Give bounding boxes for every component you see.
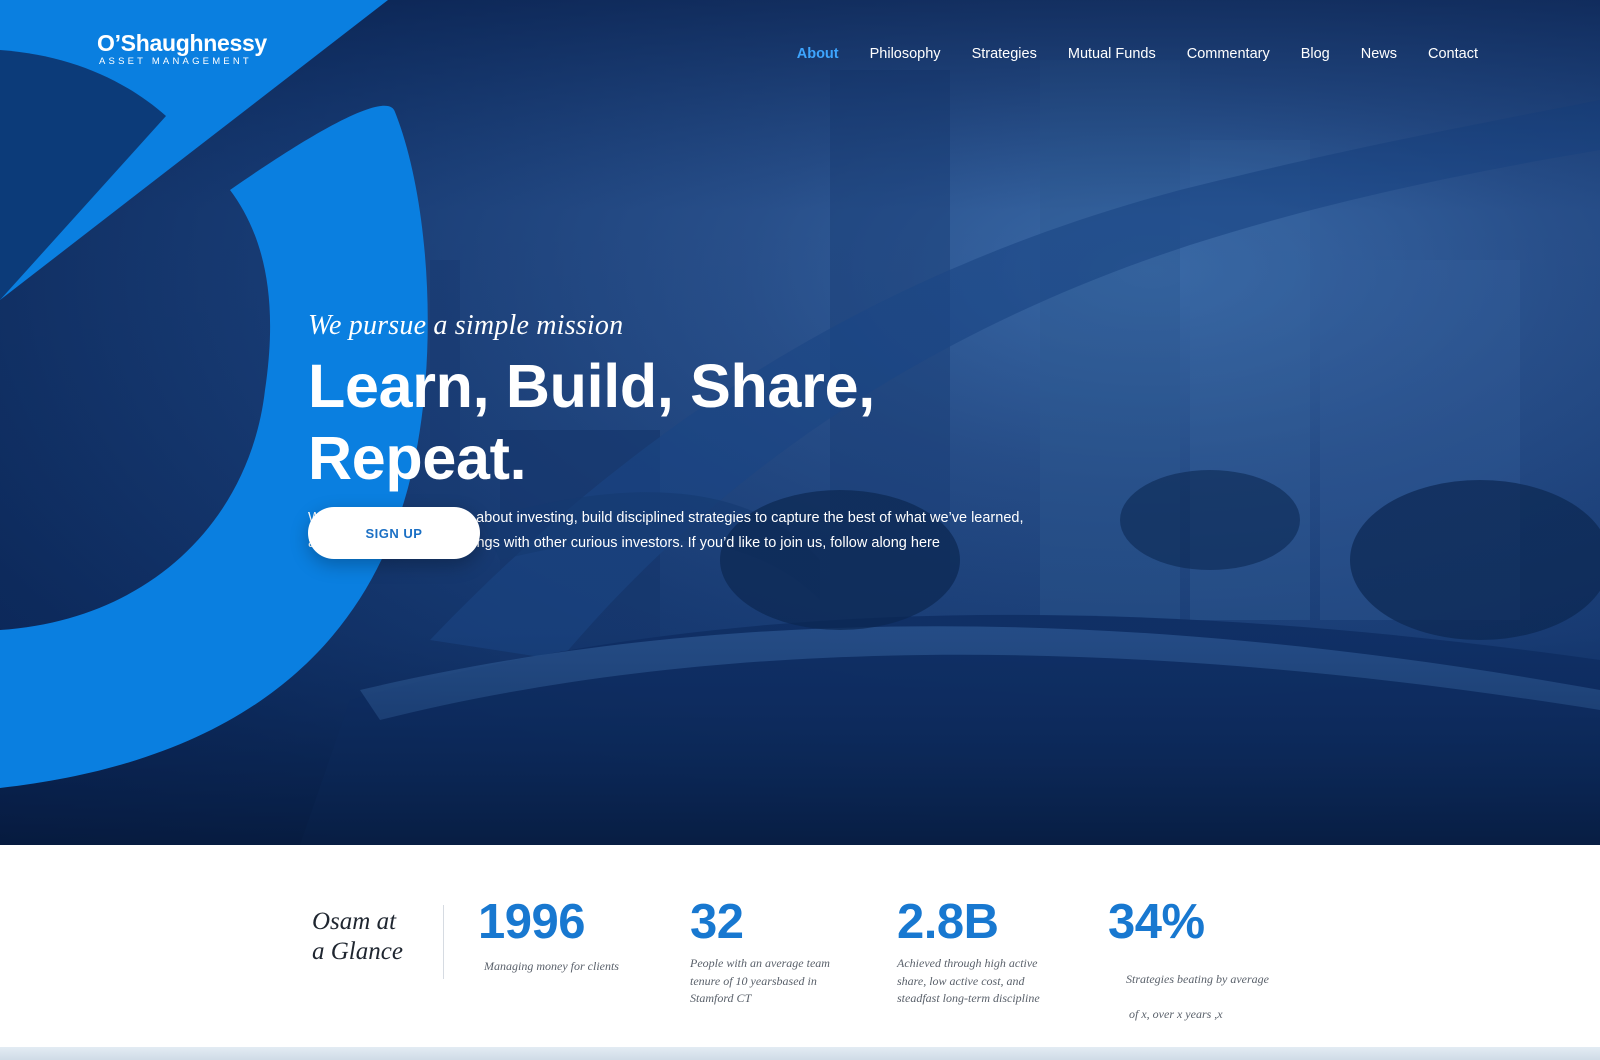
- stat-description-line: steadfast long-term discipline: [897, 991, 1040, 1005]
- glance-title-line-2: a Glance: [312, 938, 403, 965]
- stat-value: 34%: [1108, 895, 1205, 949]
- nav-item-commentary[interactable]: Commentary: [1187, 46, 1270, 62]
- stat-value: 32: [690, 895, 744, 949]
- brand-logo[interactable]: O’Shaughnessy ASSET MANAGEMENT: [97, 31, 267, 68]
- sign-up-button[interactable]: SIGN UP: [308, 507, 480, 559]
- at-a-glance-section: Osam at a Glance 1996 Managing money for…: [0, 845, 1600, 1050]
- stat-description-line: of x, over x years ,x: [1126, 1006, 1223, 1021]
- hero-kicker: We pursue a simple mission: [308, 310, 624, 341]
- nav-item-news[interactable]: News: [1361, 46, 1397, 62]
- stat-description-line: tenure of 10 yearsbased in: [690, 973, 817, 988]
- stat-description-line: People with an average team: [690, 956, 830, 970]
- glance-title: Osam at a Glance: [312, 907, 432, 967]
- stat-value: 1996: [478, 895, 586, 949]
- nav-item-mutual-funds[interactable]: Mutual Funds: [1068, 46, 1156, 62]
- stat-description-line: Achieved through high active: [897, 956, 1038, 970]
- stat-description: People with an average team tenure of 10…: [690, 955, 865, 1008]
- logo-wordmark: O’Shaughnessy: [97, 30, 267, 56]
- stat-aum: 2.8B Achieved through high active share,…: [897, 897, 1077, 1008]
- stat-description-line: Managing money for clients: [484, 959, 619, 973]
- nav-item-philosophy[interactable]: Philosophy: [870, 46, 941, 62]
- stat-description: Strategies beating by average of x, over…: [1108, 953, 1288, 1041]
- next-section-edge: [0, 1047, 1600, 1060]
- hero-section: O’Shaughnessy ASSET MANAGEMENT About Phi…: [0, 0, 1600, 845]
- glance-title-line-1: Osam at: [312, 908, 397, 935]
- nav-item-about[interactable]: About: [797, 46, 839, 62]
- nav-item-strategies[interactable]: Strategies: [972, 46, 1037, 62]
- stat-description-line: Strategies beating by average: [1126, 971, 1269, 986]
- hero-headline: Learn, Build, Share, Repeat.: [308, 352, 875, 492]
- nav-item-contact[interactable]: Contact: [1428, 46, 1478, 62]
- stat-strategies: 34% Strategies beating by average of x, …: [1108, 897, 1288, 1041]
- glance-divider: [443, 905, 444, 979]
- stat-description-line: share, low active cost, and: [897, 973, 1025, 988]
- logo-subtitle: ASSET MANAGEMENT: [99, 56, 252, 67]
- stat-description-line: Stamford CT: [690, 991, 752, 1005]
- stat-value: 2.8B: [897, 895, 999, 949]
- stat-founded: 1996 Managing money for clients: [478, 897, 658, 976]
- main-nav: About Philosophy Strategies Mutual Funds…: [766, 46, 1478, 62]
- stat-people: 32 People with an average team tenure of…: [690, 897, 865, 1008]
- stat-description: Achieved through high active share, low …: [897, 955, 1077, 1008]
- nav-item-blog[interactable]: Blog: [1301, 46, 1330, 62]
- stat-description: Managing money for clients: [478, 958, 658, 976]
